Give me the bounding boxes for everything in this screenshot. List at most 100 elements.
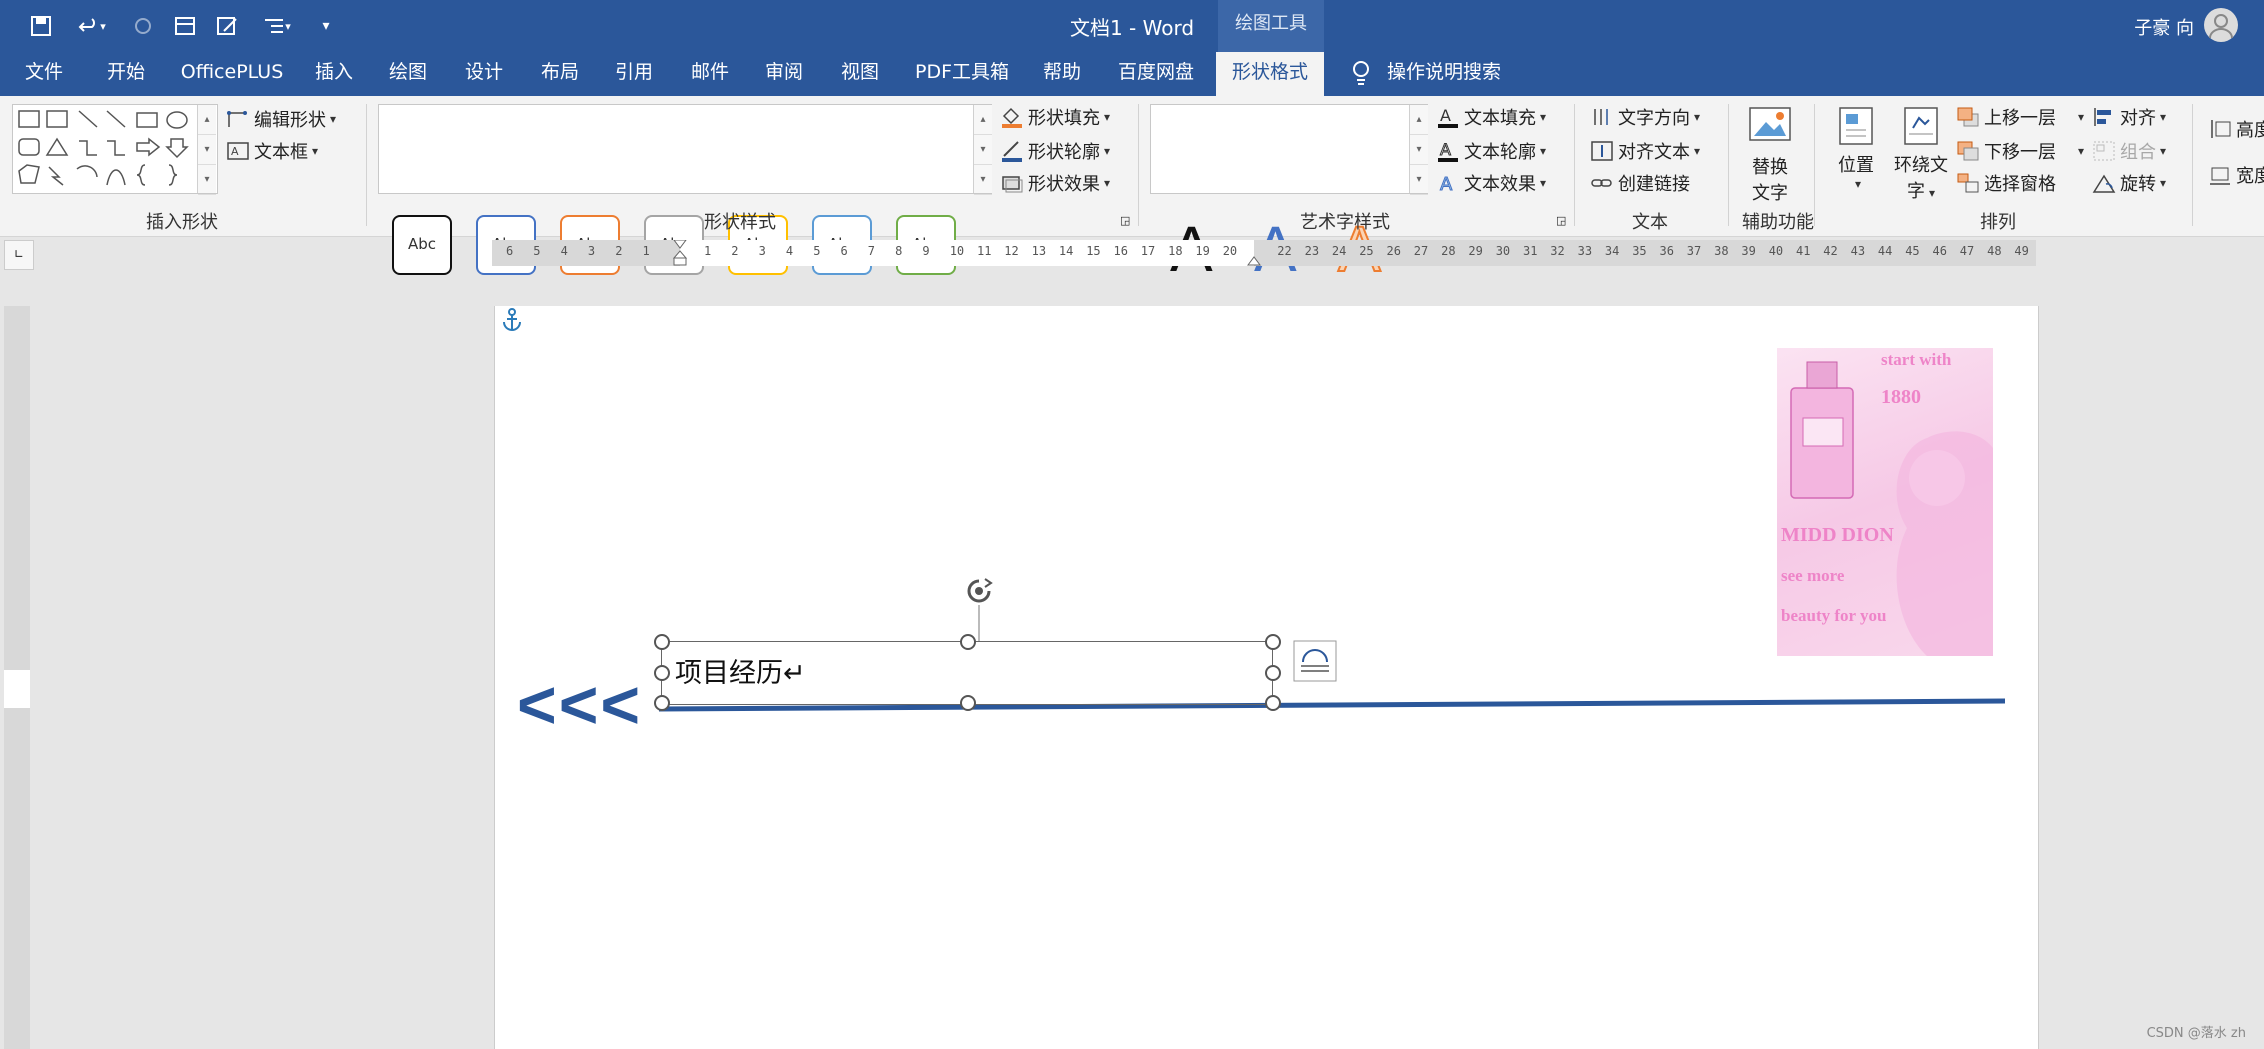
tab-draw[interactable]: 绘图 (376, 52, 440, 96)
resize-handle[interactable] (1265, 695, 1281, 711)
text-outline-button[interactable]: A 文本轮廓 ▾ (1436, 138, 1546, 164)
wordart-launcher-icon[interactable]: ◲ (1556, 214, 1566, 227)
tab-pdf-tools[interactable]: PDF工具箱 (906, 52, 1018, 96)
selection-pane-button[interactable]: 选择窗格 (1956, 170, 2056, 196)
ruler-tick: 34 (1604, 244, 1620, 258)
text-box-button[interactable]: A 文本框 ▾ (226, 138, 318, 164)
height-field[interactable]: 高度 (2208, 116, 2264, 142)
tab-baidu-netdisk[interactable]: 百度网盘 (1106, 52, 1206, 96)
group-label-text: 文本 (1632, 212, 1668, 233)
ruler-tick: 2 (615, 244, 623, 258)
width-field[interactable]: 宽度 (2208, 162, 2264, 188)
ruler-tick: 37 (1686, 244, 1702, 258)
ruler-tick: 42 (1823, 244, 1838, 258)
layout-options-icon[interactable] (1293, 640, 1337, 682)
resize-handle[interactable] (1265, 665, 1281, 681)
ruler-tick: 33 (1577, 244, 1593, 258)
align-button[interactable]: 对齐 ▾ (2092, 104, 2166, 130)
pen-icon (1000, 140, 1024, 162)
group-label-wordart: 艺术字样式 (1300, 212, 1390, 233)
position-button[interactable]: 位置 ▾ (1836, 106, 1876, 191)
ribbon-tabs: 文件 开始 OfficePLUS 插入 绘图 设计 布局 引用 邮件 审阅 视图… (0, 52, 2264, 97)
avatar[interactable] (2204, 8, 2238, 42)
align-text-button[interactable]: 对齐文本 ▾ (1590, 138, 1700, 164)
shape-outline-button[interactable]: 形状轮廓 ▾ (1000, 138, 1110, 164)
resize-handle[interactable] (960, 695, 976, 711)
tab-review[interactable]: 审阅 (752, 52, 816, 96)
text-direction-button[interactable]: 文字方向 ▾ (1590, 104, 1700, 130)
shapes-gallery[interactable]: ▴ ▾ ▾ (12, 104, 218, 196)
shape-styles-launcher-icon[interactable]: ◲ (1120, 214, 1130, 227)
text-direction-icon (1590, 106, 1614, 128)
tab-references[interactable]: 引用 (602, 52, 666, 96)
rotate-button[interactable]: 旋转 ▾ (2092, 170, 2166, 196)
resize-handle[interactable] (960, 634, 976, 650)
group-icon (2092, 140, 2116, 162)
ruler-tick: 17 (1140, 244, 1156, 258)
tab-design[interactable]: 设计 (452, 52, 516, 96)
tab-officeplus[interactable]: OfficePLUS (172, 52, 292, 96)
shape-fill-button[interactable]: 形状填充 ▾ (1000, 104, 1110, 130)
tab-view[interactable]: 视图 (828, 52, 892, 96)
text-box-content[interactable]: 项目经历↵ (675, 651, 806, 690)
perfume-ad-image[interactable]: start with 1880 MIDD DION see more beaut… (1777, 348, 1993, 656)
shape-effects-button[interactable]: 形状效果 ▾ (1000, 170, 1110, 196)
text-effects-button[interactable]: A 文本效果 ▾ (1436, 170, 1547, 196)
send-backward-button[interactable]: 下移一层 ▾ (1956, 138, 2084, 164)
document-page[interactable]: <<< 项目经历↵ start with 1880 MIDD DION see … (494, 306, 2039, 1049)
align-icon (2092, 106, 2116, 128)
tell-me-search[interactable]: 操作说明搜索 (1384, 52, 1504, 96)
create-link-button[interactable]: 创建链接 (1590, 170, 1690, 196)
ruler-tick: 5 (813, 244, 821, 258)
ruler-tick: 24 (1331, 244, 1347, 258)
resize-handle[interactable] (654, 695, 670, 711)
tab-shape-format[interactable]: 形状格式 (1216, 52, 1324, 97)
ruler-tick: 38 (1714, 244, 1729, 258)
ruler-tick: 3 (758, 244, 766, 258)
text-fill-button[interactable]: A 文本填充 ▾ (1436, 104, 1546, 130)
vertical-ruler[interactable] (4, 306, 30, 1049)
paint-bucket-icon (1000, 106, 1024, 128)
anchor-icon[interactable] (501, 308, 523, 332)
image-text: 1880 (1881, 386, 1921, 408)
position-icon (1836, 106, 1876, 151)
wrap-text-button[interactable]: 环绕文 字 ▾ (1894, 106, 1948, 203)
shape-styles-gallery[interactable]: ▴ ▾ ▾ (378, 104, 992, 196)
indent-marker-icon[interactable] (672, 240, 688, 266)
tab-selector-icon[interactable]: ∟ (4, 240, 34, 270)
group-button[interactable]: 组合 ▾ (2092, 138, 2166, 164)
tab-mailings[interactable]: 邮件 (678, 52, 742, 96)
tab-insert[interactable]: 插入 (302, 52, 366, 96)
ruler-tick: 23 (1304, 244, 1320, 258)
align-text-icon (1590, 140, 1614, 162)
arrows-shape[interactable]: <<< (517, 666, 642, 744)
ruler-tick: 15 (1086, 244, 1101, 258)
resize-handle[interactable] (654, 665, 670, 681)
bring-forward-button[interactable]: 上移一层 ▾ (1956, 104, 2084, 130)
context-group-label: 绘图工具 (1218, 0, 1324, 52)
text-fill-icon: A (1436, 106, 1460, 128)
svg-text:A: A (1440, 106, 1451, 125)
ruler-tick: 19 (1195, 244, 1210, 258)
resize-handle[interactable] (654, 634, 670, 650)
tab-home[interactable]: 开始 (92, 52, 160, 96)
svg-text:A: A (1440, 174, 1453, 194)
wordart-gallery[interactable]: ▴ ▾ ▾ (1150, 104, 1428, 196)
tab-layout[interactable]: 布局 (528, 52, 592, 96)
ruler-tick: 11 (977, 244, 992, 258)
shape-style-black[interactable]: Abc (392, 215, 452, 275)
image-text: start with (1881, 350, 1952, 369)
user-name[interactable]: 子豪 向 (2134, 14, 2194, 40)
right-indent-marker-icon[interactable] (1246, 252, 1262, 266)
resize-handle[interactable] (1265, 634, 1281, 650)
tab-help[interactable]: 帮助 (1030, 52, 1094, 96)
horizontal-ruler[interactable]: 6 5 4 3 2 1 1 2 3 4 5 6 7 8 9 10 11 12 13 14 15 16 17 18 19 20 22 2… (492, 240, 2036, 266)
group-label-accessibility: 辅助功能 (1742, 212, 1814, 233)
alt-text-icon (1746, 104, 1794, 153)
tab-file[interactable]: 文件 (10, 52, 78, 96)
edit-shape-button[interactable]: 编辑形状 ▾ (226, 106, 336, 132)
group-label-shape-styles: 形状样式 (704, 212, 776, 233)
svg-text:A: A (231, 145, 239, 158)
ruler-tick: 31 (1523, 244, 1538, 258)
alt-text-button[interactable]: 替换 文字 (1746, 104, 1794, 205)
